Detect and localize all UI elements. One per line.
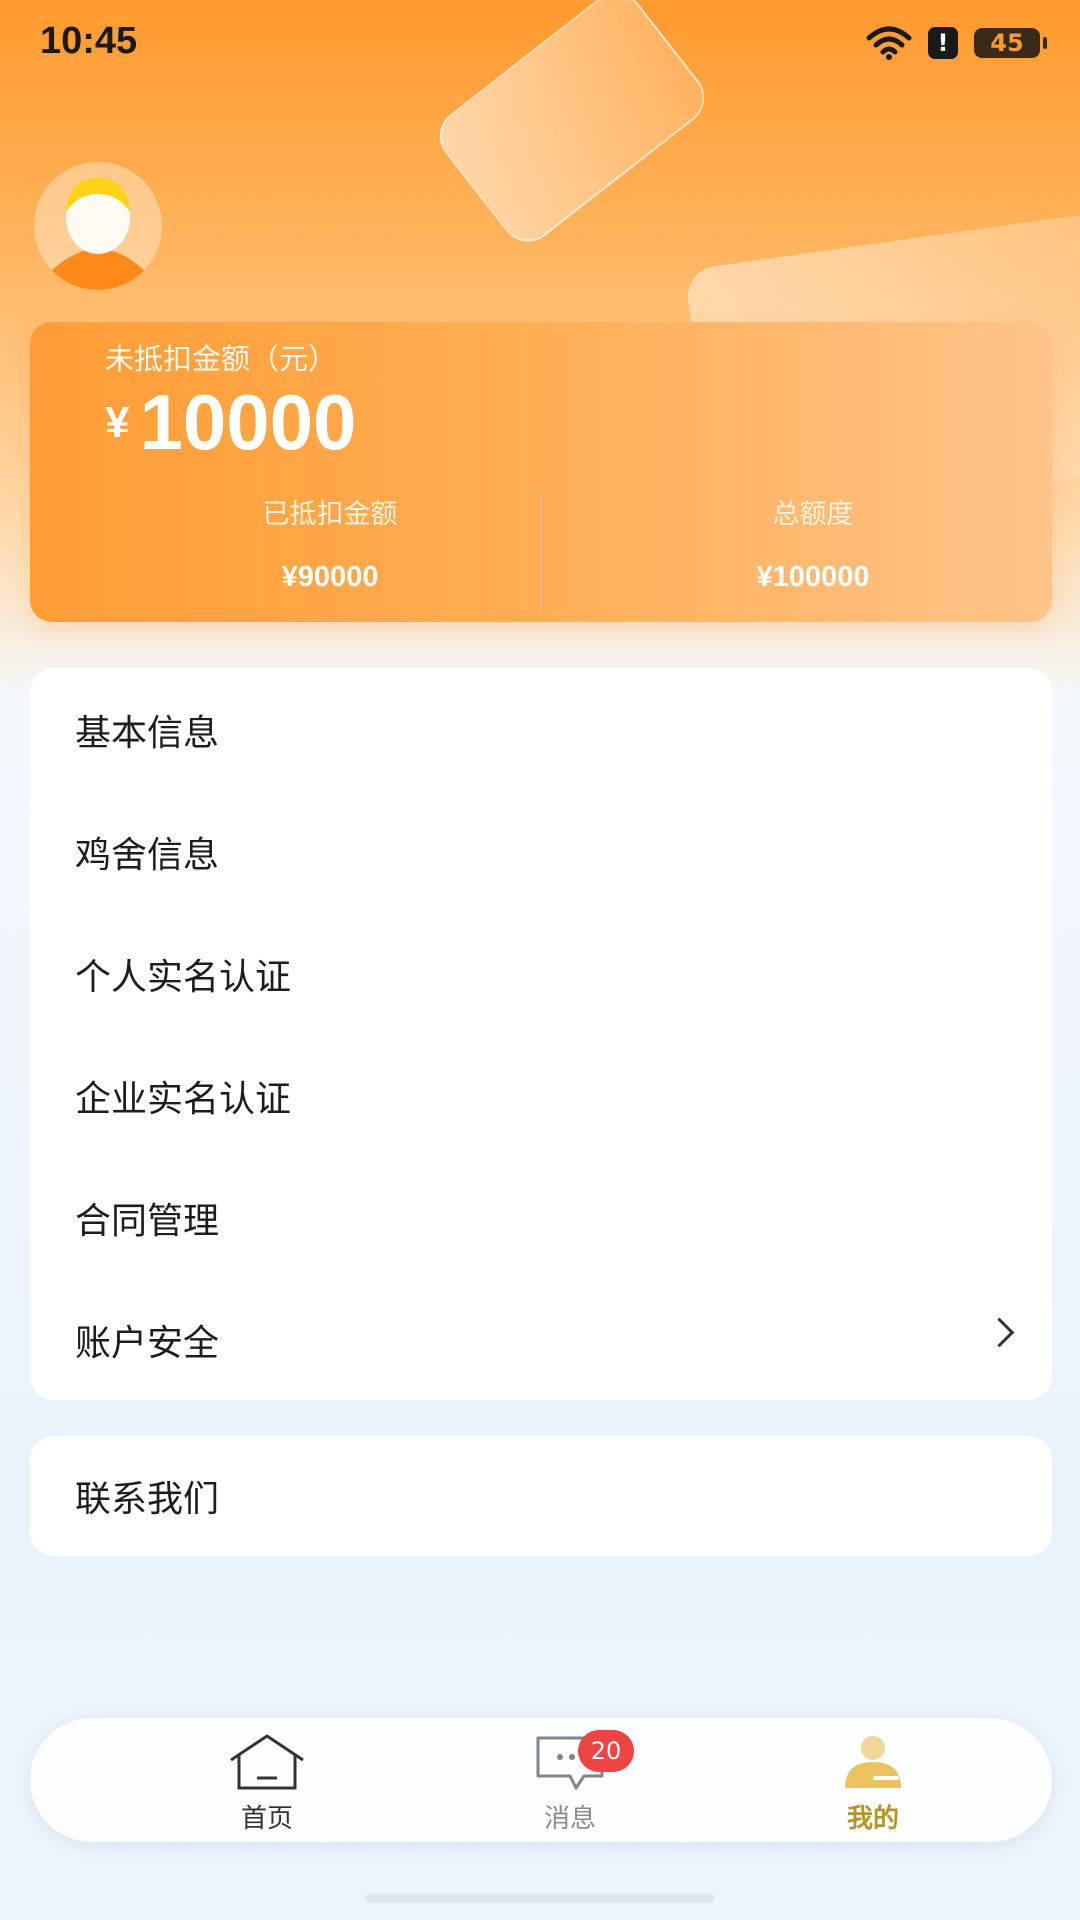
menu-item-label: 基本信息: [75, 713, 220, 754]
stat-divider: [540, 492, 541, 612]
tab-me[interactable]: 我的: [773, 1732, 973, 1835]
menu-item-enterprise-verification[interactable]: 企业实名认证: [30, 1034, 1052, 1156]
tab-me-label: 我的: [846, 1804, 899, 1834]
status-bar: 10:45 ! 45: [0, 0, 1080, 90]
undeducted-amount: ¥10000: [105, 377, 356, 468]
currency-symbol: ¥: [105, 397, 130, 447]
deducted-stat: 已抵扣金额 ¥90000: [90, 492, 570, 594]
menu-item-label: 个人实名认证: [75, 957, 292, 998]
total-label: 总额度: [772, 499, 854, 530]
total-stat: 总额度 ¥100000: [573, 492, 1053, 594]
wifi-icon: [866, 26, 912, 60]
status-time: 10:45: [40, 20, 138, 62]
deducted-value: ¥90000: [281, 561, 379, 593]
status-icons: ! 45: [866, 26, 1047, 60]
menu-item-henhouse-info[interactable]: 鸡舍信息: [30, 790, 1052, 912]
tab-home[interactable]: 首页: [167, 1732, 367, 1835]
home-icon: [230, 1734, 304, 1790]
menu-item-personal-verification[interactable]: 个人实名认证: [30, 912, 1052, 1034]
home-indicator: [365, 1893, 715, 1903]
menu-item-label: 企业实名认证: [75, 1079, 292, 1120]
tab-messages-label: 消息: [543, 1804, 596, 1834]
person-icon: [845, 1736, 901, 1788]
message-count-badge: 20: [578, 1730, 634, 1772]
deducted-label: 已抵扣金额: [262, 499, 398, 530]
menu-item-contract-management[interactable]: 合同管理: [30, 1156, 1052, 1278]
avatar-figure: [48, 178, 148, 290]
alert-icon: !: [928, 27, 958, 59]
tab-messages[interactable]: 20 消息: [470, 1730, 670, 1835]
chevron-right-icon: [984, 1317, 1015, 1348]
menu-item-contact-us[interactable]: 联系我们: [30, 1436, 1052, 1556]
tab-home-label: 首页: [240, 1804, 293, 1834]
amount-value: 10000: [139, 378, 357, 466]
menu-list: 基本信息 鸡舍信息 个人实名认证 企业实名认证 合同管理 账户安全: [30, 668, 1052, 1400]
contact-us-label: 联系我们: [75, 1479, 220, 1520]
menu-item-label: 合同管理: [75, 1201, 220, 1242]
battery-icon: 45: [974, 28, 1047, 58]
menu-item-basic-info[interactable]: 基本信息: [30, 668, 1052, 790]
menu-item-label: 账户安全: [75, 1323, 220, 1364]
balance-card: 未抵扣金额（元） ¥10000 已抵扣金额 ¥90000 总额度 ¥100000: [30, 322, 1052, 622]
menu-item-account-security[interactable]: 账户安全: [30, 1278, 1052, 1400]
menu-item-label: 鸡舍信息: [75, 835, 220, 876]
total-value: ¥100000: [756, 561, 870, 593]
bottom-tab-bar: 首页 20 消息 我的: [30, 1718, 1052, 1842]
user-avatar-icon[interactable]: [34, 162, 162, 290]
undeducted-amount-label: 未抵扣金额（元）: [105, 342, 338, 376]
